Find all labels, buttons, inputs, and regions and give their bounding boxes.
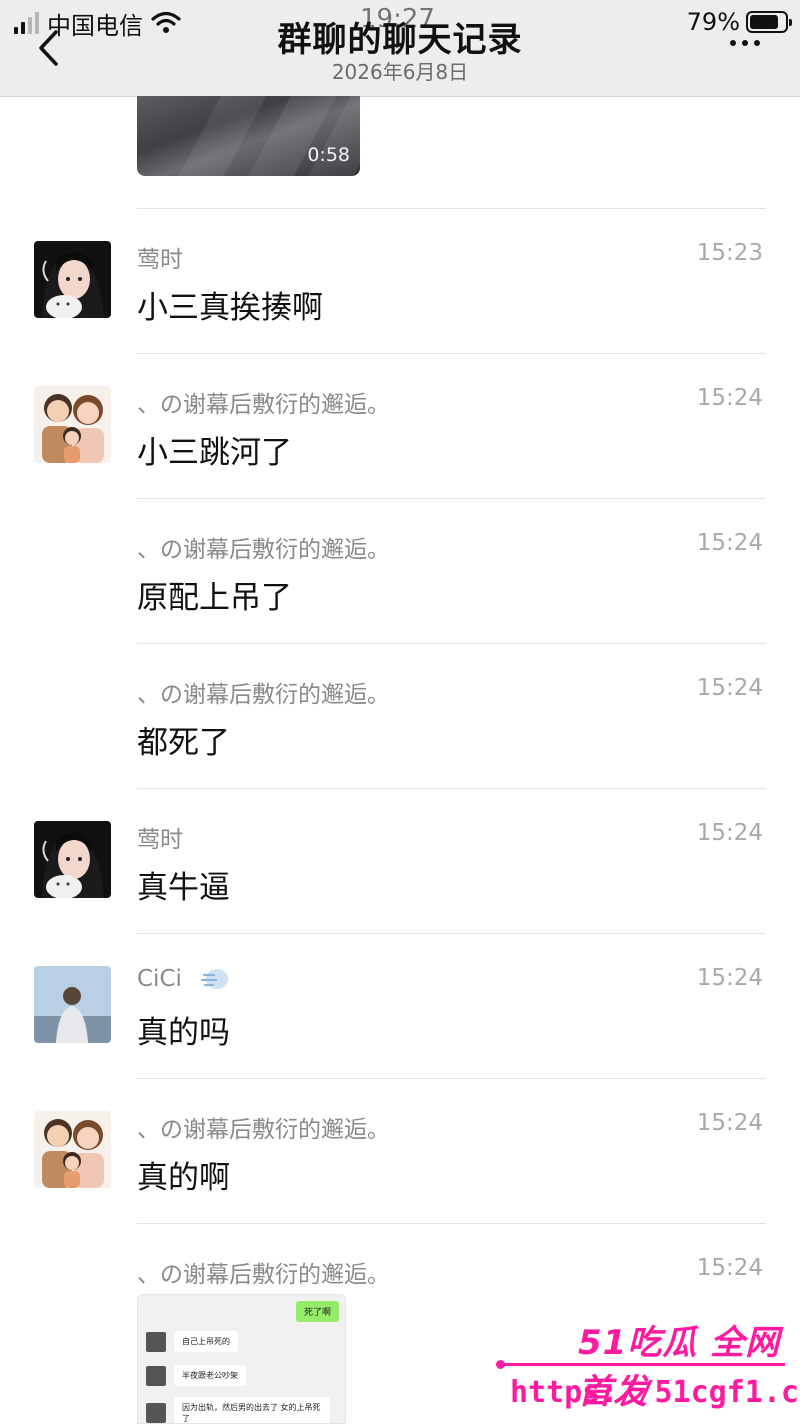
dot-icon bbox=[730, 40, 736, 46]
message-time: 15:24 bbox=[696, 965, 763, 991]
avatar-cartoon-family[interactable] bbox=[34, 1111, 111, 1188]
cartoon-family-avatar-icon bbox=[34, 1111, 111, 1188]
video-duration: 0:58 bbox=[307, 144, 350, 166]
more-options-button[interactable] bbox=[730, 40, 760, 46]
sender-name: 、の谢幕后敷衍的邂逅。 bbox=[137, 392, 390, 418]
avatar-anime-girl[interactable] bbox=[34, 241, 111, 318]
battery-indicator: 79% bbox=[686, 8, 792, 36]
sender-name: 莺时 bbox=[137, 247, 183, 273]
dot-icon bbox=[742, 40, 748, 46]
cartoon-family-avatar-icon bbox=[34, 386, 111, 463]
image-bubble-text: 因为出轨，然后男的出去了 女的上吊死了 bbox=[174, 1397, 330, 1423]
watermark-url: https://51cgf1.com bbox=[510, 1375, 800, 1410]
wind-emoji-icon bbox=[200, 969, 228, 989]
message-text: 真的吗 bbox=[137, 1015, 230, 1051]
page-title: 群聊的聊天记录 bbox=[277, 20, 523, 60]
message-time: 15:24 bbox=[696, 385, 763, 411]
image-chat-row: 半夜跟老公吵架 bbox=[146, 1365, 246, 1386]
image-avatar bbox=[146, 1365, 166, 1386]
image-bubble-text: 半夜跟老公吵架 bbox=[174, 1365, 246, 1386]
divider bbox=[137, 353, 766, 354]
avatar-girl-seaside[interactable] bbox=[34, 966, 111, 1043]
divider bbox=[137, 788, 766, 789]
message-time: 15:24 bbox=[696, 1110, 763, 1136]
sender-name: CiCi bbox=[137, 965, 230, 993]
divider bbox=[137, 498, 766, 499]
message-text: 真的啊 bbox=[137, 1160, 230, 1196]
sender-name-text: CiCi bbox=[137, 966, 182, 992]
record-date: 2026年6月8日 bbox=[331, 60, 469, 84]
sender-name: 、の谢幕后敷衍的邂逅。 bbox=[137, 537, 390, 563]
sender-name: 、の谢幕后敷衍的邂逅。 bbox=[137, 1117, 390, 1143]
sender-name: 、の谢幕后敷衍的邂逅。 bbox=[137, 1262, 390, 1288]
anime-girl-avatar-icon bbox=[34, 821, 111, 898]
anime-girl-avatar-icon bbox=[34, 241, 111, 318]
message-text: 原配上吊了 bbox=[137, 580, 292, 616]
divider bbox=[137, 643, 766, 644]
divider bbox=[137, 1223, 766, 1224]
message-text: 小三真挨揍啊 bbox=[137, 290, 323, 326]
dot-icon bbox=[754, 40, 760, 46]
message-time: 15:24 bbox=[696, 530, 763, 556]
message-time: 15:24 bbox=[696, 1255, 763, 1281]
divider bbox=[137, 933, 766, 934]
battery-percent: 79% bbox=[686, 8, 740, 36]
battery-icon bbox=[746, 11, 792, 33]
message-time: 15:24 bbox=[696, 675, 763, 701]
image-bubble-text: 自己上吊死的 bbox=[174, 1331, 238, 1352]
sender-name: 莺时 bbox=[137, 827, 183, 853]
watermark-line bbox=[500, 1363, 785, 1366]
message-time: 15:23 bbox=[696, 240, 763, 266]
girl-seaside-avatar-icon bbox=[34, 966, 111, 1043]
divider bbox=[137, 1078, 766, 1079]
image-chat-row: 因为出轨，然后男的出去了 女的上吊死了 bbox=[146, 1397, 330, 1423]
image-chat-row: 自己上吊死的 bbox=[146, 1331, 238, 1352]
message-text: 小三跳河了 bbox=[137, 435, 292, 471]
image-green-bubble: 死了啊 bbox=[295, 1301, 339, 1322]
divider bbox=[137, 208, 766, 209]
avatar-anime-girl[interactable] bbox=[34, 821, 111, 898]
image-message-thumbnail[interactable]: 死了啊 自己上吊死的 半夜跟老公吵架 因为出轨，然后男的出去了 女的上吊死了 bbox=[137, 1294, 346, 1424]
image-avatar bbox=[146, 1403, 166, 1423]
chat-record-header: 中国电信 19:27 群聊的聊天记录 2026年6月8日 79% bbox=[0, 0, 800, 97]
video-message-thumbnail[interactable]: 0:58 bbox=[137, 96, 360, 176]
message-time: 15:24 bbox=[696, 820, 763, 846]
avatar-cartoon-family[interactable] bbox=[34, 386, 111, 463]
image-avatar bbox=[146, 1331, 166, 1352]
message-text: 真牛逼 bbox=[137, 870, 230, 906]
message-text: 都死了 bbox=[137, 725, 230, 761]
sender-name: 、の谢幕后敷衍的邂逅。 bbox=[137, 682, 390, 708]
